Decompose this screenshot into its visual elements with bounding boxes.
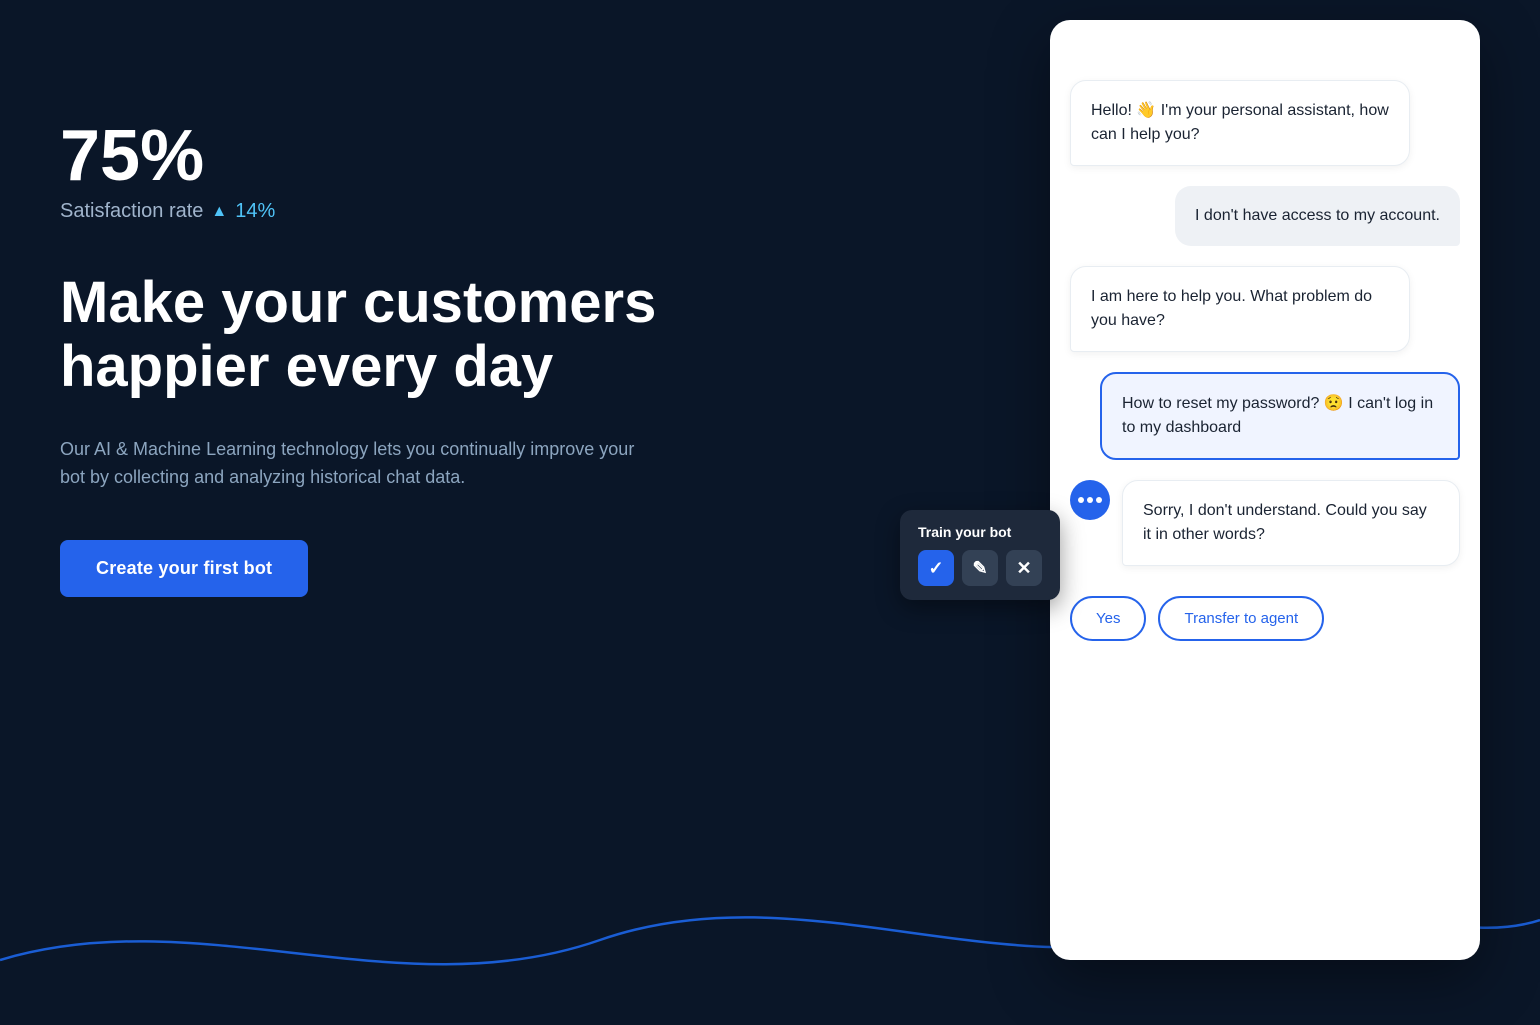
user-message-1-wrapper: I don't have access to my account. [1070, 186, 1460, 246]
yes-button[interactable]: Yes [1070, 596, 1146, 641]
bot-message-3-row: Sorry, I don't understand. Could you say… [1070, 480, 1460, 566]
trend-value: 14% [235, 200, 275, 223]
main-headline: Make your customers happier every day [60, 271, 660, 399]
create-bot-button[interactable]: Create your first bot [60, 540, 308, 597]
bot-message-1: Hello! 👋 I'm your personal assistant, ho… [1070, 80, 1410, 166]
bot-message-3: Sorry, I don't understand. Could you say… [1122, 480, 1460, 566]
train-x-button[interactable]: ✕ [1006, 550, 1042, 586]
transfer-agent-button[interactable]: Transfer to agent [1158, 596, 1324, 641]
description-text: Our AI & Machine Learning technology let… [60, 435, 640, 493]
train-panel-title: Train your bot [918, 524, 1042, 540]
dot-3 [1096, 497, 1102, 503]
satisfaction-label: Satisfaction rate [60, 200, 203, 223]
user-message-1: I don't have access to my account. [1175, 186, 1460, 246]
headline-line2: happier every day [60, 334, 553, 399]
action-buttons-row: Yes Transfer to agent [1070, 586, 1460, 641]
dot-1 [1078, 497, 1084, 503]
headline-line1: Make your customers [60, 270, 656, 335]
bot-message-2: I am here to help you. What problem do y… [1070, 266, 1410, 352]
train-check-button[interactable]: ✓ [918, 550, 954, 586]
train-panel: Train your bot ✓ ✎ ✕ [900, 510, 1060, 600]
user-message-2-highlight: How to reset my password? 😟 I can't log … [1100, 372, 1460, 460]
bot-avatar [1070, 480, 1110, 520]
train-edit-button[interactable]: ✎ [962, 550, 998, 586]
user-message-2-wrapper: How to reset my password? 😟 I can't log … [1070, 372, 1460, 460]
train-buttons-row: ✓ ✎ ✕ [918, 550, 1042, 586]
left-panel: 75% Satisfaction rate ▲ 14% Make your cu… [0, 0, 720, 1020]
trend-arrow-icon: ▲ [211, 203, 227, 221]
bot-avatar-dots [1078, 497, 1102, 503]
dot-2 [1087, 497, 1093, 503]
satisfaction-row: Satisfaction rate ▲ 14% [60, 200, 660, 223]
chat-panel: Hello! 👋 I'm your personal assistant, ho… [1050, 20, 1480, 960]
stat-percentage: 75% [60, 120, 660, 192]
